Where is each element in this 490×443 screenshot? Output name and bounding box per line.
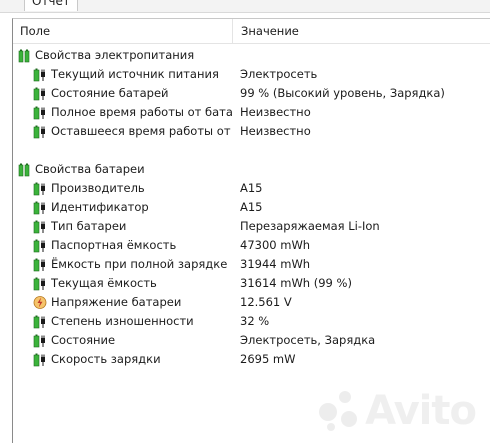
battery-group-icon xyxy=(18,48,32,63)
battery-plug-icon xyxy=(33,124,47,139)
battery-plug-icon xyxy=(33,257,47,272)
row-field: Ёмкость при полной зарядке xyxy=(51,257,228,271)
row-value: 12.561 V xyxy=(240,295,292,309)
battery-plug-icon xyxy=(33,333,47,348)
row-value: Неизвестно xyxy=(240,105,311,119)
battery-plug-icon xyxy=(33,352,47,367)
table-row[interactable]: Паспортная ёмкость 47300 mWh xyxy=(13,236,490,255)
table-row[interactable]: Оставшееся время работы от ... Неизвестн… xyxy=(13,122,490,141)
row-value: 31614 mWh (99 %) xyxy=(240,276,352,290)
group-power-properties[interactable]: Свойства электропитания xyxy=(13,46,490,65)
group-label: Свойства электропитания xyxy=(35,48,195,62)
row-value: 2695 mW xyxy=(240,352,296,366)
avito-logo-icon xyxy=(317,389,361,433)
row-field: Степень изношенности xyxy=(51,314,194,328)
row-value: 47300 mWh xyxy=(240,238,311,252)
avito-watermark: Avito xyxy=(317,388,477,434)
column-header-field[interactable]: Поле xyxy=(13,19,233,43)
table-row[interactable]: Состояние батарей 99 % (Высокий уровень,… xyxy=(13,84,490,103)
row-value: Перезаряжаемая Li-Ion xyxy=(240,219,380,233)
report-panel: Поле Значение Свойства электропитания Те… xyxy=(12,18,490,443)
row-value: A15 xyxy=(240,181,263,195)
table-row[interactable]: Скорость зарядки 2695 mW xyxy=(13,350,490,369)
row-field: Полное время работы от батар... xyxy=(51,105,232,119)
row-value: 99 % (Высокий уровень, Зарядка) xyxy=(240,86,445,100)
row-field: Идентификатор xyxy=(51,200,149,214)
row-field: Текущая ёмкость xyxy=(51,276,157,290)
battery-group-icon xyxy=(18,162,32,177)
voltage-icon xyxy=(33,295,47,310)
battery-plug-icon xyxy=(33,105,47,120)
table-row[interactable]: Текущая ёмкость 31614 mWh (99 %) xyxy=(13,274,490,293)
battery-plug-icon xyxy=(33,276,47,291)
table-row[interactable]: Тип батареи Перезаряжаемая Li-Ion xyxy=(13,217,490,236)
column-header: Поле Значение xyxy=(13,19,490,44)
battery-plug-icon xyxy=(33,314,47,329)
battery-plug-icon xyxy=(33,86,47,101)
row-field: Тип батареи xyxy=(51,219,127,233)
battery-plug-icon xyxy=(33,181,47,196)
row-field: Напряжение батареи xyxy=(51,295,182,309)
row-value: 31944 mWh xyxy=(240,257,311,271)
row-value: A15 xyxy=(240,200,263,214)
table-row[interactable]: Идентификатор A15 xyxy=(13,198,490,217)
battery-plug-icon xyxy=(33,67,47,82)
table-row[interactable]: Ёмкость при полной зарядке 31944 mWh xyxy=(13,255,490,274)
row-field: Паспортная ёмкость xyxy=(51,238,177,252)
row-field: Текущий источник питания xyxy=(51,67,219,81)
row-value: 32 % xyxy=(240,314,270,328)
window-tabbar: Отчет xyxy=(0,0,490,13)
table-row[interactable]: Напряжение батареи 12.561 V xyxy=(13,293,490,312)
row-value: Неизвестно xyxy=(240,124,311,138)
row-field: Состояние батарей xyxy=(51,86,169,100)
row-field: Скорость зарядки xyxy=(51,352,161,366)
battery-plug-icon xyxy=(33,238,47,253)
table-row[interactable]: Состояние Электросеть, Зарядка xyxy=(13,331,490,350)
column-header-value[interactable]: Значение xyxy=(234,19,490,43)
battery-plug-icon xyxy=(33,219,47,234)
table-row[interactable]: Полное время работы от батар... Неизвест… xyxy=(13,103,490,122)
table-row[interactable]: Степень изношенности 32 % xyxy=(13,312,490,331)
battery-plug-icon xyxy=(33,200,47,215)
group-battery-properties[interactable]: Свойства батареи xyxy=(13,160,490,179)
tab-report[interactable]: Отчет xyxy=(24,0,78,11)
row-field: Производитель xyxy=(51,181,145,195)
table-row[interactable]: Производитель A15 xyxy=(13,179,490,198)
watermark-text: Avito xyxy=(365,388,477,434)
table-row[interactable]: Текущий источник питания Электросеть xyxy=(13,65,490,84)
row-value: Электросеть, Зарядка xyxy=(240,333,376,347)
row-value: Электросеть xyxy=(240,67,318,81)
row-field: Состояние xyxy=(51,333,116,347)
row-field: Оставшееся время работы от ... xyxy=(51,124,232,138)
group-label: Свойства батареи xyxy=(35,162,145,176)
